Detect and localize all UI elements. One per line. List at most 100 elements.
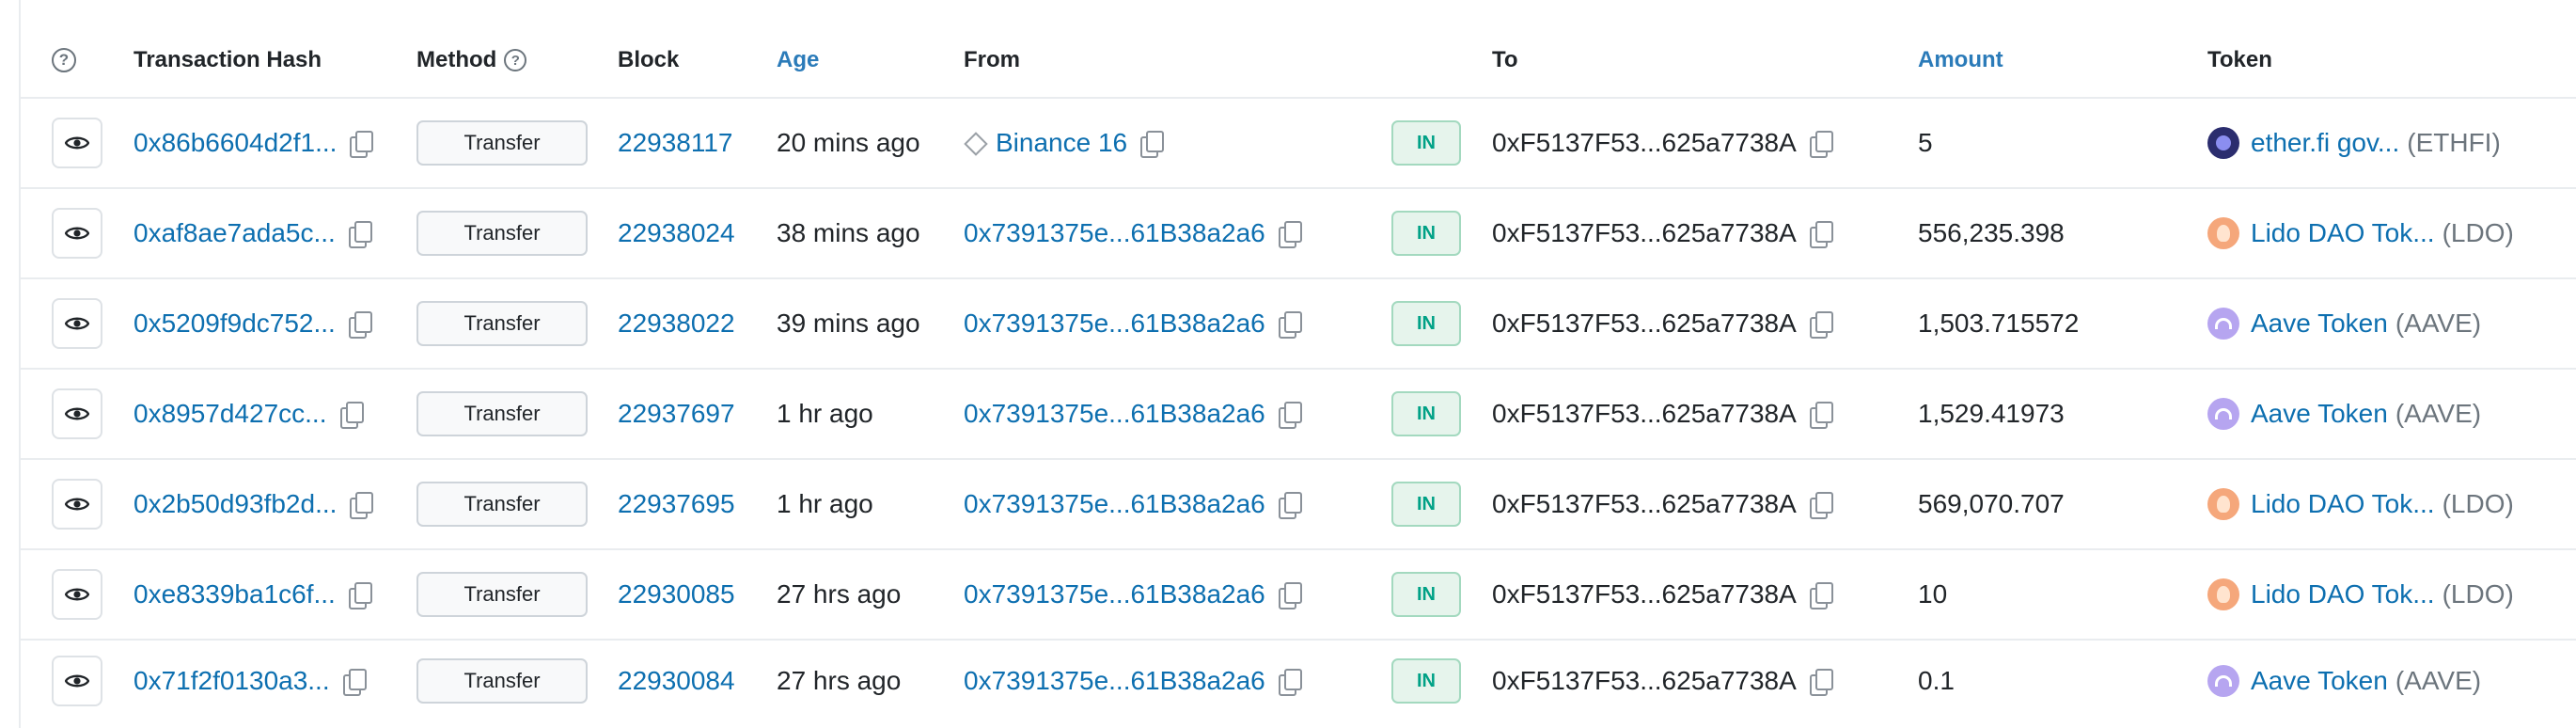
token-cell[interactable]: Lido DAO Tok... (LDO) [2207, 189, 2514, 277]
eye-icon[interactable] [52, 118, 102, 168]
direction-cell: IN [1391, 641, 1461, 721]
to-cell: 0xF5137F53...625a7738A [1492, 641, 1833, 721]
age-cell: 1 hr ago [777, 489, 873, 518]
block-link[interactable]: 22937697 [618, 399, 735, 429]
copy-icon[interactable] [1278, 669, 1302, 696]
aave-token-icon [2207, 398, 2239, 430]
token-cell[interactable]: Aave Token (AAVE) [2207, 279, 2481, 368]
header-method-cell: Method ? [416, 24, 527, 97]
copy-icon[interactable] [1809, 492, 1833, 519]
direction-cell: IN [1391, 460, 1461, 548]
method-info-icon[interactable]: ? [504, 49, 527, 71]
token-symbol: (AAVE) [2395, 399, 2482, 428]
transaction-hash-link[interactable]: 0x71f2f0130a3... [134, 666, 330, 696]
method-badge: Transfer [416, 391, 588, 436]
from-address-link[interactable]: Binance 16 [996, 128, 1127, 158]
token-transfers-table: ? Transaction Hash Method ? Block Age Fr… [19, 0, 2576, 728]
from-cell: 0x7391375e...61B38a2a6 [964, 370, 1302, 458]
copy-icon[interactable] [339, 402, 364, 429]
block-cell: 22937697 [618, 370, 735, 458]
copy-icon[interactable] [348, 311, 372, 339]
eye-icon[interactable] [52, 208, 102, 259]
transaction-hash-link[interactable]: 0x86b6604d2f1... [134, 128, 337, 158]
from-address-link[interactable]: 0x7391375e...61B38a2a6 [964, 399, 1265, 429]
transaction-hash-link[interactable]: 0x5209f9dc752... [134, 309, 336, 339]
copy-icon[interactable] [1278, 311, 1302, 339]
token-name-link[interactable]: Lido DAO Tok... [2251, 218, 2435, 248]
to-address: 0xF5137F53...625a7738A [1492, 128, 1797, 157]
copy-icon[interactable] [1809, 311, 1833, 339]
token-cell[interactable]: Lido DAO Tok... (LDO) [2207, 460, 2514, 548]
token-cell[interactable]: Aave Token (AAVE) [2207, 641, 2481, 721]
transaction-hash-link[interactable]: 0x8957d427cc... [134, 399, 327, 429]
token-name-link[interactable]: Lido DAO Tok... [2251, 489, 2435, 519]
direction-cell: IN [1391, 189, 1461, 277]
row-preview-cell [52, 99, 102, 187]
block-link[interactable]: 22930084 [618, 666, 735, 696]
header-info-cell: ? [52, 24, 76, 97]
transaction-hash-link[interactable]: 0xe8339ba1c6f... [134, 579, 336, 609]
copy-icon[interactable] [1140, 131, 1165, 158]
ethfi-token-icon [2207, 127, 2239, 159]
eye-icon[interactable] [52, 479, 102, 530]
copy-icon[interactable] [342, 669, 367, 696]
hash-cell: 0xaf8ae7ada5c... [134, 189, 372, 277]
token-name-link[interactable]: Aave Token [2251, 666, 2388, 696]
block-cell: 22938024 [618, 189, 735, 277]
copy-icon[interactable] [350, 492, 374, 519]
token-symbol: (LDO) [2442, 579, 2514, 609]
age-cell: 39 mins ago [777, 309, 920, 338]
age-cell: 20 mins ago [777, 128, 920, 157]
eye-icon[interactable] [52, 298, 102, 349]
block-link[interactable]: 22938022 [618, 309, 735, 339]
ldo-token-icon [2207, 217, 2239, 249]
block-link[interactable]: 22937695 [618, 489, 735, 519]
copy-icon[interactable] [1809, 131, 1833, 158]
to-address: 0xF5137F53...625a7738A [1492, 218, 1797, 247]
transaction-hash-link[interactable]: 0xaf8ae7ada5c... [134, 218, 336, 248]
to-address: 0xF5137F53...625a7738A [1492, 309, 1797, 338]
copy-icon[interactable] [1809, 582, 1833, 609]
age-cell: 27 hrs ago [777, 666, 902, 695]
copy-icon[interactable] [348, 221, 372, 248]
direction-badge: IN [1391, 391, 1461, 436]
eye-icon[interactable] [52, 388, 102, 439]
header-amount-toggle[interactable]: Amount [1918, 24, 2003, 97]
from-address-link[interactable]: 0x7391375e...61B38a2a6 [964, 309, 1265, 339]
token-cell[interactable]: ether.fi gov... (ETHFI) [2207, 99, 2501, 187]
from-address-link[interactable]: 0x7391375e...61B38a2a6 [964, 579, 1265, 609]
row-preview-cell [52, 279, 102, 368]
token-name-link[interactable]: Aave Token [2251, 309, 2388, 339]
block-cell: 22930085 [618, 550, 735, 639]
from-cell: 0x7391375e...61B38a2a6 [964, 641, 1302, 721]
block-link[interactable]: 22938117 [618, 128, 733, 158]
token-cell[interactable]: Aave Token (AAVE) [2207, 370, 2481, 458]
block-link[interactable]: 22930085 [618, 579, 735, 609]
copy-icon[interactable] [1278, 492, 1302, 519]
token-cell[interactable]: Lido DAO Tok... (LDO) [2207, 550, 2514, 639]
transaction-hash-link[interactable]: 0x2b50d93fb2d... [134, 489, 337, 519]
method-cell: Transfer [416, 189, 588, 277]
copy-icon[interactable] [1809, 669, 1833, 696]
copy-icon[interactable] [1278, 582, 1302, 609]
token-name-link[interactable]: Lido DAO Tok... [2251, 579, 2435, 609]
question-circle-icon[interactable]: ? [52, 48, 76, 72]
copy-icon[interactable] [1809, 402, 1833, 429]
copy-icon[interactable] [348, 582, 372, 609]
block-link[interactable]: 22938024 [618, 218, 735, 248]
header-block: Block [618, 47, 680, 72]
from-address-link[interactable]: 0x7391375e...61B38a2a6 [964, 218, 1265, 248]
token-name-link[interactable]: ether.fi gov... [2251, 128, 2399, 158]
amount-cell: 5 [1918, 128, 1933, 157]
from-address-link[interactable]: 0x7391375e...61B38a2a6 [964, 489, 1265, 519]
copy-icon[interactable] [1278, 221, 1302, 248]
token-name-link[interactable]: Aave Token [2251, 399, 2388, 429]
header-age-toggle[interactable]: Age [777, 24, 819, 97]
copy-icon[interactable] [1278, 402, 1302, 429]
eye-icon[interactable] [52, 569, 102, 620]
eye-icon[interactable] [52, 656, 102, 706]
aave-token-icon [2207, 308, 2239, 340]
copy-icon[interactable] [1809, 221, 1833, 248]
copy-icon[interactable] [350, 131, 374, 158]
from-address-link[interactable]: 0x7391375e...61B38a2a6 [964, 666, 1265, 696]
